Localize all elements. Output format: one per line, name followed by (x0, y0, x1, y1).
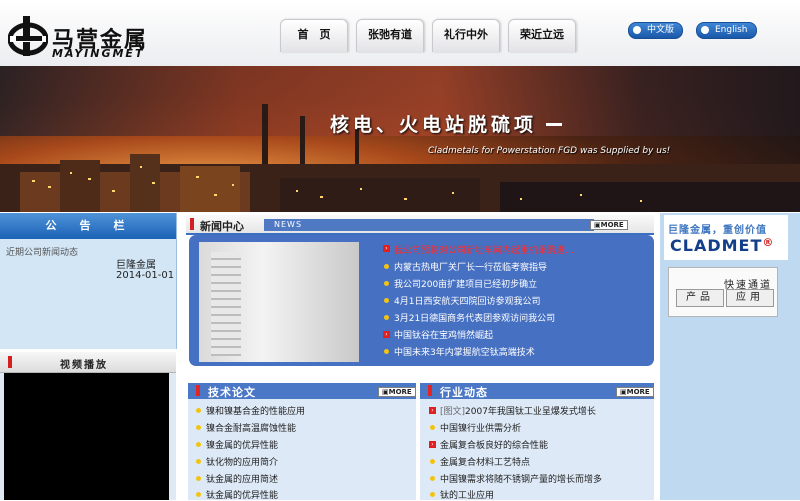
notice-panel: 公 告 栏 近期公司新闻动态 (0, 213, 177, 349)
bullet-icon (196, 442, 201, 447)
bullet-icon (384, 264, 389, 269)
news-item[interactable]: 4月1日西安航天四院回访参观我公司 (394, 294, 540, 307)
nav-tab-zhangchi[interactable]: 张弛有道 (356, 19, 424, 52)
notice-header: 公 告 栏 (0, 213, 176, 239)
tech-more-label: MORE (388, 388, 412, 396)
city-night-illustration (0, 104, 800, 212)
video-player[interactable] (4, 373, 169, 500)
news-center-more-button[interactable]: ▣MORE (590, 220, 628, 230)
list-item[interactable]: 钛化物的应用简介 (206, 455, 278, 468)
news-item[interactable]: 我公司预将对公司新址车间内起重机采购进… (394, 243, 574, 256)
news-item[interactable]: 我公司200亩扩建项目已经初步确立 (394, 277, 537, 290)
bullet-icon (430, 425, 435, 430)
list-item[interactable]: 镍和镍基合金的性能应用 (206, 404, 305, 417)
bullet-icon (384, 315, 389, 320)
bullet-icon (196, 492, 201, 497)
registered-mark: ® (762, 236, 775, 249)
bullet-icon (384, 298, 389, 303)
bullet-icon (384, 281, 389, 286)
notice-scroll-text[interactable]: 近期公司新闻动态 (6, 245, 78, 258)
tech-papers-more-button[interactable]: ▣MORE (378, 387, 416, 397)
cladmet-slogan: 巨隆金属，重创价值 (668, 225, 767, 236)
banner-subtitle: Cladmetals for Powerstation FGD was Supp… (428, 146, 671, 156)
nav-tab-rongjin[interactable]: 荣近立远 (508, 19, 576, 52)
cladmet-logo-text: CLADMET (670, 236, 763, 255)
nav-tab-home[interactable]: 首 页 (280, 19, 348, 52)
news-item[interactable]: 中国未来3年内掌握航空钛高端技术 (394, 345, 535, 358)
bullet-icon (196, 459, 201, 464)
brand-name-en: MAYINGMET (52, 47, 145, 60)
tech-papers-title: 技术论文 (208, 386, 256, 399)
banner-title: 核电、火电站脱硫项 (330, 114, 538, 136)
news-item[interactable]: 3月21日德国商务代表团参观访问我公司 (394, 311, 555, 324)
chinese-version-button[interactable]: 中文版 (628, 22, 684, 39)
globe-icon (633, 26, 641, 34)
brand-logo-icon[interactable] (8, 14, 48, 60)
image-text-tag: [图文] (440, 407, 466, 417)
news-item[interactable]: 中国钛谷在宝鸡悄然崛起 (394, 328, 493, 341)
quick-applications-button[interactable]: 应用 (726, 289, 774, 307)
bullet-icon (430, 476, 435, 481)
news-photo-shutter (211, 252, 241, 356)
list-item[interactable]: 金属复合板良好的综合性能 (440, 438, 548, 451)
cladmet-logo[interactable]: CLADMET® (670, 236, 774, 255)
list-item[interactable]: [图文]2007年我国钛工业呈爆发式增长 (440, 404, 596, 417)
nav-tab-lixing[interactable]: 礼行中外 (432, 19, 500, 52)
list-item-label: 2007年我国钛工业呈爆发式增长 (465, 407, 596, 417)
industry-news-title: 行业动态 (440, 386, 488, 399)
english-version-button[interactable]: English (696, 22, 757, 39)
list-item[interactable]: 镍合金耐高温腐蚀性能 (206, 421, 296, 434)
industry-news-marker (428, 385, 432, 396)
industry-hot-icon: › (429, 441, 436, 448)
news-center-title: 新闻中心 (200, 220, 244, 233)
english-version-label: English (715, 25, 748, 35)
news-more-label: MORE (600, 221, 624, 229)
list-item[interactable]: 钛金属的优异性能 (206, 488, 278, 501)
bullet-icon (430, 459, 435, 464)
news-photo[interactable] (199, 242, 359, 362)
bullet-icon (196, 476, 201, 481)
hero-banner: 核电、火电站脱硫项 Cladmetals for Powerstation FG… (0, 66, 800, 212)
list-item[interactable]: 镍金属的优异性能 (206, 438, 278, 451)
bullet-icon (430, 492, 435, 497)
banner-title-dash (546, 123, 562, 126)
industry-hot-icon: › (429, 407, 436, 414)
bullet-icon (196, 425, 201, 430)
list-item[interactable]: 中国镍需求将随不锈钢产量的增长而增多 (440, 472, 602, 485)
news-center-marker (190, 218, 194, 230)
list-item[interactable]: 钛金属的应用简述 (206, 472, 278, 485)
industry-more-label: MORE (626, 388, 650, 396)
tech-papers-marker (196, 385, 200, 396)
industry-news-more-button[interactable]: ▣MORE (616, 387, 654, 397)
globe-icon (701, 26, 709, 34)
notice-company[interactable]: 巨隆金属 (116, 256, 156, 271)
news-center-tag: NEWS (264, 219, 594, 231)
chinese-version-label: 中文版 (647, 25, 675, 35)
news-item[interactable]: 内蒙古热电厂关厂长一行莅临考察指导 (394, 260, 547, 273)
video-title: 视频播放 (60, 360, 108, 371)
bullet-icon (384, 349, 389, 354)
list-item[interactable]: 金属复合材料工艺特点 (440, 455, 530, 468)
list-item[interactable]: 钛的工业应用 (440, 488, 494, 501)
video-header-marker (8, 356, 12, 368)
list-item[interactable]: 中国镍行业供需分析 (440, 421, 521, 434)
quick-products-button[interactable]: 产品 (676, 289, 724, 307)
news-hot-icon: › (383, 331, 390, 338)
bullet-icon (196, 408, 201, 413)
notice-date: 2014-01-01 (116, 270, 175, 281)
news-hot-icon: › (383, 245, 390, 252)
